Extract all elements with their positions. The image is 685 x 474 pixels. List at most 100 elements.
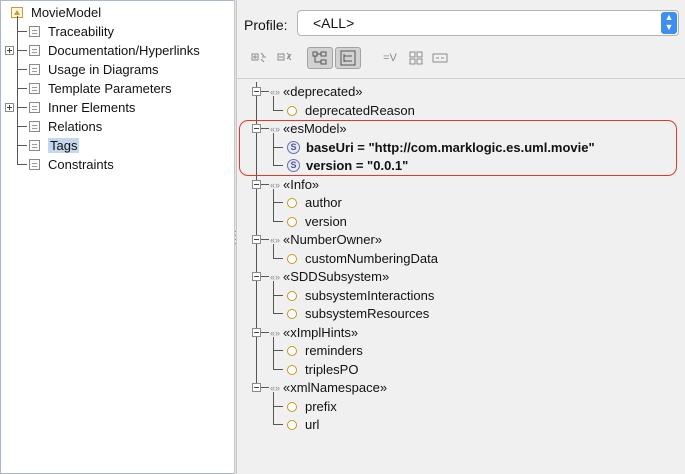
tree-connector-line	[261, 91, 269, 92]
stereotype-name: «NumberOwner»	[283, 232, 383, 247]
sidebar-item-label: Tags	[48, 138, 80, 153]
stereotype-icon: «»	[270, 86, 281, 97]
property-icon	[287, 364, 297, 375]
tree-connector-line	[273, 350, 283, 351]
tag-definition-row[interactable]: version	[287, 212, 347, 231]
collapse-toggle-icon[interactable]	[252, 235, 261, 244]
tag-definition-name: reminders	[305, 343, 363, 358]
tree-root-label: MovieModel	[31, 5, 102, 20]
sidebar-item-template-parameters[interactable]: Template Parameters	[29, 79, 172, 98]
tag-value-row[interactable]: Sversion = "0.0.1"	[287, 156, 408, 175]
stereotype-row[interactable]: «» «xImplHints»	[270, 323, 358, 342]
stereotype-row[interactable]: «» «SDDSubsystem»	[270, 267, 389, 286]
sidebar-item-inner-elements[interactable]: Inner Elements	[29, 98, 135, 117]
profile-label: Profile:	[244, 17, 288, 33]
navigation-tree: MovieModel Traceability Documentation/Hyp…	[1, 1, 234, 473]
tags-panel: Profile: <ALL> ▲ ▼ =V «» «deprecated» depre…	[237, 0, 685, 474]
tree-connector-line	[17, 126, 27, 127]
tag-definition-row[interactable]: subsystemInteractions	[287, 286, 434, 305]
collapse-toggle-icon[interactable]	[252, 180, 261, 189]
sidebar-item-relations[interactable]: Relations	[29, 117, 102, 136]
tree-connector-line	[273, 165, 283, 166]
tree-connector-line	[273, 96, 274, 110]
tag-definition-name: deprecatedReason	[305, 103, 415, 118]
tag-definition-row[interactable]: deprecatedReason	[287, 101, 415, 120]
tree-root-movie-model[interactable]: MovieModel	[11, 3, 101, 22]
tree-connector-line	[261, 128, 269, 129]
expand-toggle-icon[interactable]	[5, 103, 14, 112]
sidebar-item-label: Template Parameters	[48, 81, 172, 96]
toolbar-separator	[237, 78, 685, 79]
tree-connector-line	[273, 313, 283, 314]
filter-values-button[interactable]: =V	[379, 47, 401, 69]
collapse-all-button[interactable]	[273, 47, 297, 69]
tag-definition-name: subsystemResources	[305, 306, 430, 321]
expand-toggle-icon[interactable]	[5, 46, 14, 55]
sidebar-item-documentation-hyperlinks[interactable]: Documentation/Hyperlinks	[29, 41, 200, 60]
tree-connector-line	[273, 221, 283, 222]
tag-definition-name: customNumberingData	[305, 251, 438, 266]
tag-definition-row[interactable]: triplesPO	[287, 360, 358, 379]
sidebar-item-usage-in-diagrams[interactable]: Usage in Diagrams	[29, 60, 159, 79]
tag-value-text: version = "0.0.1"	[306, 158, 409, 173]
sidebar-item-constraints[interactable]: Constraints	[29, 155, 114, 174]
flat-view-button[interactable]	[335, 47, 361, 69]
sidebar-item-label: Documentation/Hyperlinks	[48, 43, 200, 58]
stereotype-row[interactable]: «» «esModel»	[270, 119, 347, 138]
stereotype-row[interactable]: «» «Info»	[270, 175, 319, 194]
document-icon	[29, 64, 40, 75]
tree-connector-line	[273, 202, 283, 203]
sidebar-item-traceability[interactable]: Traceability	[29, 22, 114, 41]
tree-connector-line	[17, 50, 27, 51]
tags-tree: «» «deprecated» deprecatedReason «» «esModel…	[237, 82, 685, 474]
sidebar-item-label: Relations	[48, 119, 103, 134]
tag-definition-row[interactable]: author	[287, 193, 342, 212]
show-list-button[interactable]	[429, 47, 451, 69]
stereotype-name: «SDDSubsystem»	[283, 269, 390, 284]
stereotype-row[interactable]: «» «xmlNamespace»	[270, 378, 387, 397]
tree-connector-line	[17, 16, 18, 164]
tree-view-button[interactable]	[307, 47, 333, 69]
tag-value-row[interactable]: SbaseUri = "http://com.marklogic.es.uml.…	[287, 138, 595, 157]
property-icon	[287, 308, 297, 319]
expand-all-button[interactable]	[247, 47, 271, 69]
tag-definition-row[interactable]: customNumberingData	[287, 249, 438, 268]
collapse-toggle-icon[interactable]	[252, 328, 261, 337]
tag-value-icon: S	[287, 141, 300, 154]
stereotype-icon: «»	[270, 382, 281, 393]
stereotype-row[interactable]: «» «NumberOwner»	[270, 230, 382, 249]
sidebar-item-tags[interactable]: Tags	[29, 136, 80, 155]
sidebar-item-label: Traceability	[48, 24, 114, 39]
stereotype-icon: «»	[270, 179, 281, 190]
expand-all-icon	[251, 52, 266, 63]
stereotype-name: «esModel»	[283, 121, 347, 136]
stereotype-icon: «»	[270, 327, 281, 338]
tag-definition-row[interactable]: url	[287, 415, 319, 434]
stereotype-icon: «»	[270, 123, 281, 134]
property-icon	[287, 345, 297, 356]
tree-connector-line	[261, 332, 269, 333]
collapse-toggle-icon[interactable]	[252, 124, 261, 133]
tree-connector-line	[273, 147, 283, 148]
tags-toolbar: =V	[247, 47, 677, 71]
property-icon	[287, 253, 297, 264]
profile-select[interactable]: <ALL> ▲ ▼	[297, 10, 679, 36]
sidebar-item-label: Constraints	[48, 157, 114, 172]
collapse-toggle-icon[interactable]	[252, 272, 261, 281]
tag-definition-row[interactable]: subsystemResources	[287, 304, 429, 323]
document-icon	[29, 83, 40, 94]
stereotype-row[interactable]: «» «deprecated»	[270, 82, 363, 101]
sidebar-item-label: Usage in Diagrams	[48, 62, 159, 77]
tag-definition-row[interactable]: prefix	[287, 397, 337, 416]
document-icon	[29, 159, 40, 170]
tag-definition-row[interactable]: reminders	[287, 341, 363, 360]
tag-definition-name: triplesPO	[305, 362, 359, 377]
splitter-grip-dot	[235, 231, 236, 232]
splitter-grip-dot	[235, 243, 236, 244]
collapse-toggle-icon[interactable]	[252, 383, 261, 392]
property-icon	[287, 401, 297, 412]
tag-definition-name: url	[305, 417, 320, 432]
tree-connector-line	[273, 337, 274, 369]
collapse-toggle-icon[interactable]	[252, 87, 261, 96]
show-grid-button[interactable]	[405, 47, 427, 69]
